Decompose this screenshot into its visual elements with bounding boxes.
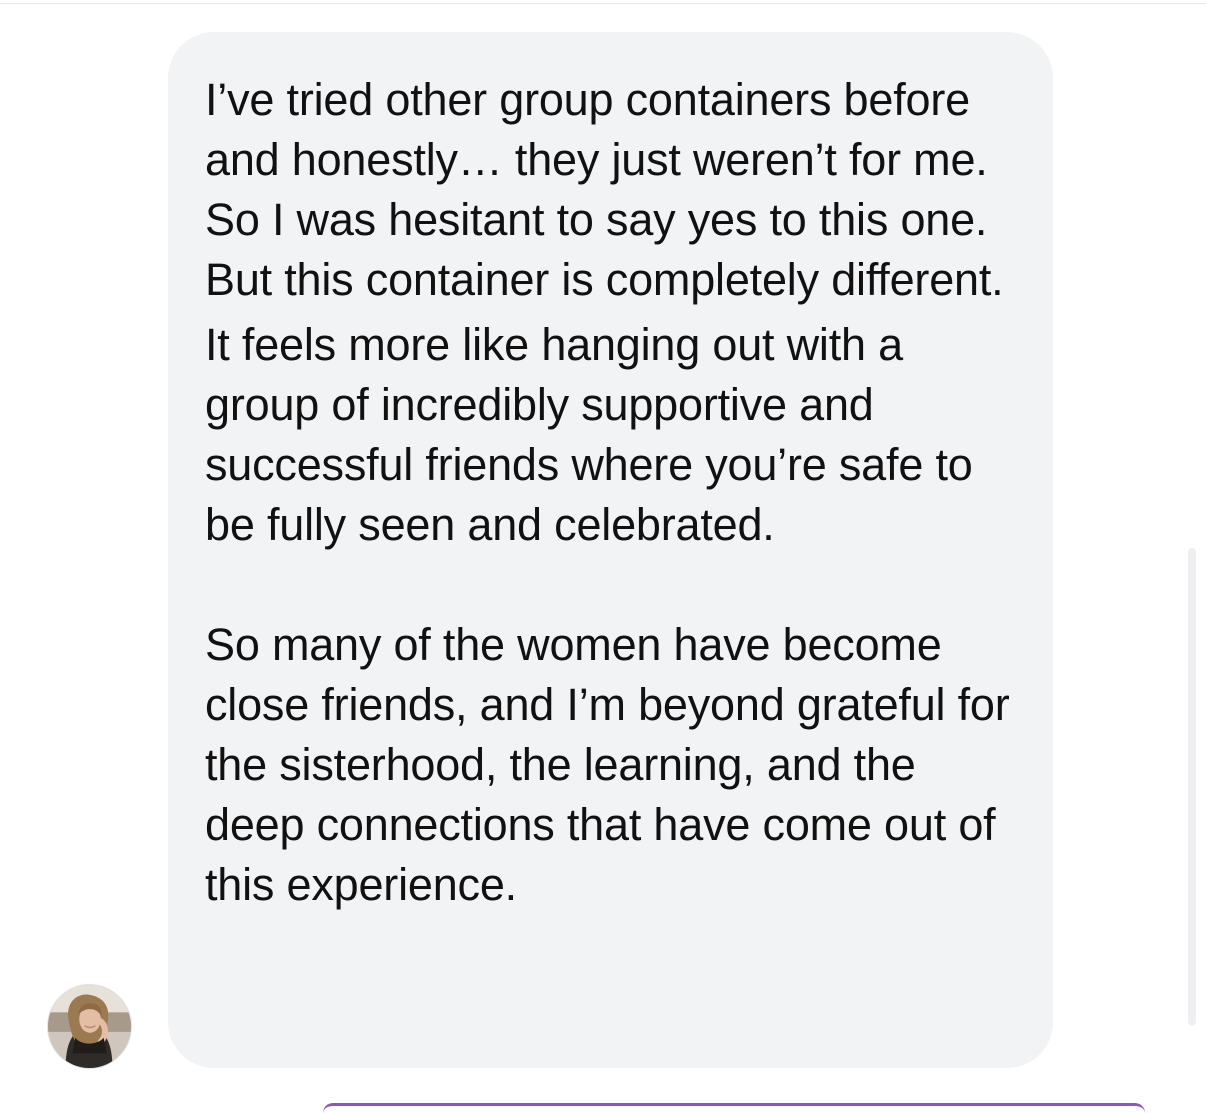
sender-avatar[interactable]: [47, 984, 132, 1069]
message-paragraph: It feels more like hanging out with a gr…: [205, 319, 973, 550]
message-paragraph: I’ve tried other group containers before…: [205, 74, 1004, 305]
scrollbar[interactable]: [1188, 548, 1196, 1026]
message-paragraph: So many of the women have become close f…: [205, 619, 1010, 910]
top-divider: [0, 0, 1206, 4]
profile-photo-icon: [48, 985, 131, 1068]
incoming-message-bubble[interactable]: I’ve tried other group containers before…: [168, 32, 1053, 1068]
next-message-bubble-edge: [323, 1103, 1145, 1113]
message-text: I’ve tried other group containers before…: [205, 70, 1023, 915]
